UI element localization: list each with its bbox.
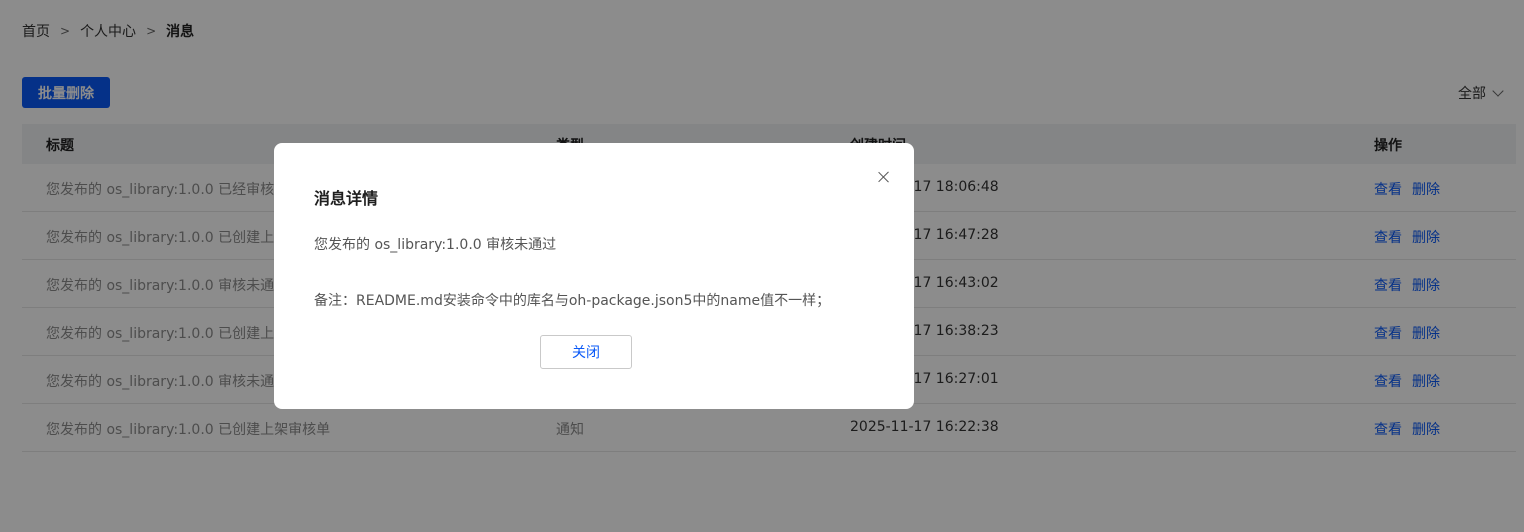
message-detail-dialog: 消息详情 您发布的 os_library:1.0.0 审核未通过 备注：READ…	[274, 143, 914, 409]
dialog-message: 您发布的 os_library:1.0.0 审核未通过	[314, 237, 557, 253]
dialog-note: 备注：README.md安装命令中的库名与oh-package.json5中的n…	[314, 293, 831, 309]
close-button[interactable]: 关闭	[540, 335, 632, 369]
dialog-title: 消息详情	[314, 189, 379, 208]
close-icon[interactable]	[876, 169, 892, 185]
